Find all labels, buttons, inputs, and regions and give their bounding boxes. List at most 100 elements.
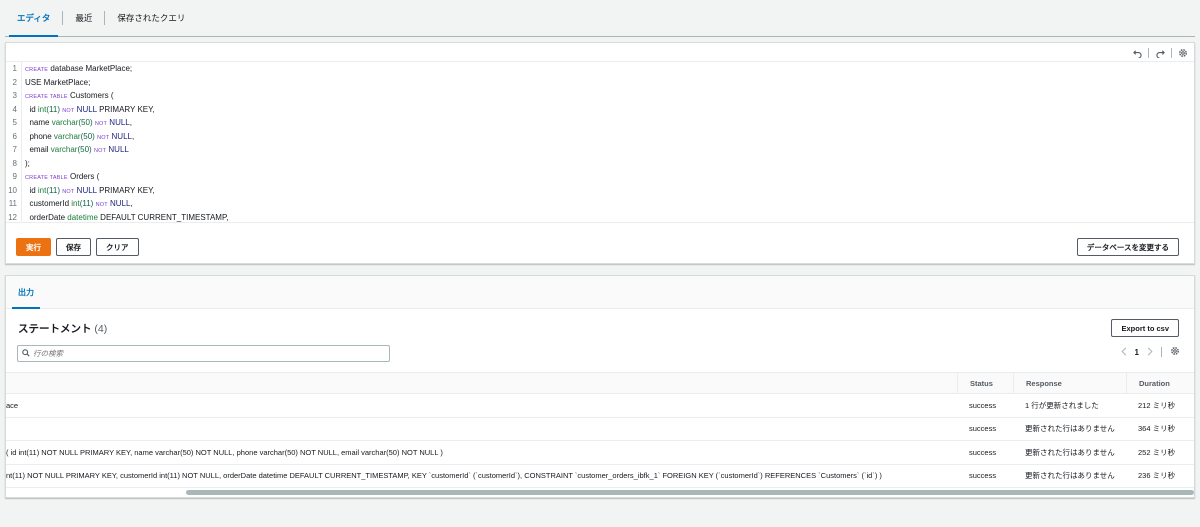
code-text: ); (22, 157, 30, 171)
line-number: 12 (6, 210, 22, 222)
table-header: Status Response Duration (6, 372, 1194, 394)
code-text: orderDate datetime DEFAULT CURRENT_TIMES… (22, 211, 228, 223)
line-number: 4 (6, 102, 22, 116)
status-cell: success (969, 400, 997, 410)
line-number: 7 (6, 143, 22, 157)
code-text: customerId int(11) NOT NULL, (22, 197, 133, 211)
statements-table: Status Response Duration ace success 1 行が更… (6, 372, 1194, 488)
code-token: NULL (107, 199, 131, 208)
code-line[interactable]: 1 CREATE database MarketPlace; (6, 62, 1194, 76)
code-token: (50) (80, 131, 95, 141)
redo-icon[interactable] (1153, 46, 1167, 60)
code-line[interactable]: 12 orderDate datetime DEFAULT CURRENT_TI… (6, 210, 1194, 223)
statement-cell: nt(11) NOT NULL PRIMARY KEY, customerId … (6, 471, 882, 481)
code-text: CREATE TABLE Customers ( (22, 89, 114, 103)
line-number: 10 (6, 183, 22, 197)
table-row[interactable]: ( id int(11) NOT NULL PRIMARY KEY, name … (6, 441, 1194, 465)
tab-recent[interactable]: 最近 (62, 11, 104, 25)
code-token: customerId (25, 199, 72, 208)
gear-icon[interactable] (1176, 46, 1190, 60)
chevron-left-icon[interactable] (1120, 347, 1127, 358)
duration-cell: 212 ミリ秒 (1138, 400, 1176, 410)
tab-editor[interactable]: エディタ (5, 11, 62, 37)
code-token: (11) (46, 185, 60, 195)
code-token: varchar (53, 131, 81, 141)
output-tabs: 出力 (6, 276, 1194, 309)
line-number: 6 (6, 129, 22, 143)
code-token: NULL (74, 104, 97, 114)
code-token: database MarketPlace; (48, 64, 133, 73)
table-settings-gear-icon[interactable] (1170, 346, 1180, 358)
statement-cell: ( id int(11) NOT NULL PRIMARY KEY, name … (6, 447, 443, 457)
code-token: email (25, 145, 51, 154)
response-cell: 1 行が更新されました (1025, 400, 1099, 410)
output-panel: 出力 ステートメント (4) Export to csv 1 Status Re… (5, 275, 1195, 498)
code-token: id (25, 104, 38, 114)
line-number: 8 (6, 156, 22, 170)
line-number: 3 (6, 89, 22, 103)
table-row[interactable]: nt(11) NOT NULL PRIMARY KEY, customerId … (6, 465, 1194, 488)
code-text: id int(11) NOT NULL PRIMARY KEY, (22, 103, 155, 117)
code-line[interactable]: 4 id int(11) NOT NULL PRIMARY KEY, (6, 102, 1194, 117)
tab-output[interactable]: 出力 (12, 287, 40, 309)
code-token: Customers ( (67, 91, 114, 100)
editor-actions: 実行 保存 クリア データベースを変更する (16, 238, 1179, 256)
change-database-button[interactable]: データベースを変更する (1076, 238, 1179, 256)
code-line[interactable]: 2 USE MarketPlace; (6, 75, 1194, 89)
run-button[interactable]: 実行 (16, 238, 51, 256)
tab-saved-queries[interactable]: 保存されたクエリ (104, 11, 197, 25)
table-row[interactable]: ace success 1 行が更新されました 212 ミリ秒 (6, 394, 1194, 418)
editor-toolbar (1130, 46, 1190, 60)
code-line[interactable]: 7 email varchar(50) NOT NULL (6, 143, 1194, 157)
page-number[interactable]: 1 (1135, 348, 1139, 357)
code-token: int (71, 199, 80, 208)
undo-icon[interactable] (1130, 46, 1144, 60)
row-search[interactable] (17, 345, 390, 362)
search-input[interactable] (33, 349, 373, 358)
code-token: NOT (62, 188, 75, 195)
sql-code-editor[interactable]: 1 CREATE database MarketPlace; 2 USE Market… (6, 61, 1194, 223)
code-token: NOT (93, 148, 107, 154)
column-header-duration[interactable]: Duration (1126, 373, 1194, 393)
line-number: 11 (6, 197, 22, 211)
code-line[interactable]: 11 customerId int(11) NOT NULL, (6, 197, 1194, 211)
column-header-response[interactable]: Response (1013, 373, 1126, 393)
code-token: CREATE (25, 67, 49, 73)
statement-cell: ace (6, 400, 19, 410)
line-number: 1 (6, 62, 22, 76)
code-line[interactable]: 3 CREATE TABLE Customers ( (6, 89, 1194, 103)
export-csv-button[interactable]: Export to csv (1111, 319, 1179, 337)
code-token: NOT (95, 202, 108, 208)
code-token: NULL (106, 145, 129, 154)
code-token: (11) (46, 104, 60, 114)
code-token: Orders ( (67, 172, 100, 181)
table-body: ace success 1 行が更新されました 212 ミリ秒 success 更新された… (6, 394, 1194, 488)
response-cell: 更新された行はありません (1025, 471, 1115, 481)
code-token: PRIMARY KEY, (96, 104, 155, 114)
table-row[interactable]: success 更新された行はありません 364 ミリ秒 (6, 418, 1194, 441)
save-button[interactable]: 保存 (56, 238, 91, 256)
chevron-right-icon[interactable] (1147, 347, 1153, 358)
code-line[interactable]: 8); (6, 156, 1194, 171)
code-token: phone (25, 131, 54, 141)
line-number: 9 (6, 170, 22, 184)
code-text: phone varchar(50) NOT NULL, (22, 130, 134, 144)
code-line[interactable]: 6 phone varchar(50) NOT NULL, (6, 129, 1194, 144)
code-token: NOT (62, 107, 75, 114)
code-text: CREATE TABLE Orders ( (22, 170, 99, 184)
code-token: , (129, 118, 132, 127)
code-line[interactable]: 9 CREATE TABLE Orders ( (6, 170, 1194, 184)
status-cell: success (969, 424, 997, 434)
code-token: id (25, 185, 38, 195)
code-token: NULL (107, 118, 130, 127)
code-line[interactable]: 5 name varchar(50) NOT NULL, (6, 116, 1194, 130)
clear-button[interactable]: クリア (96, 238, 139, 256)
code-line[interactable]: 10 id int(11) NOT NULL PRIMARY KEY, (6, 183, 1194, 197)
line-number: 5 (6, 116, 22, 130)
code-token: , (130, 199, 133, 208)
column-header-status[interactable]: Status (957, 373, 1013, 393)
horizontal-scrollbar[interactable] (186, 490, 1194, 495)
code-token: (11) (79, 199, 94, 208)
code-text: email varchar(50) NOT NULL (22, 143, 129, 157)
statements-count: (4) (94, 323, 108, 335)
